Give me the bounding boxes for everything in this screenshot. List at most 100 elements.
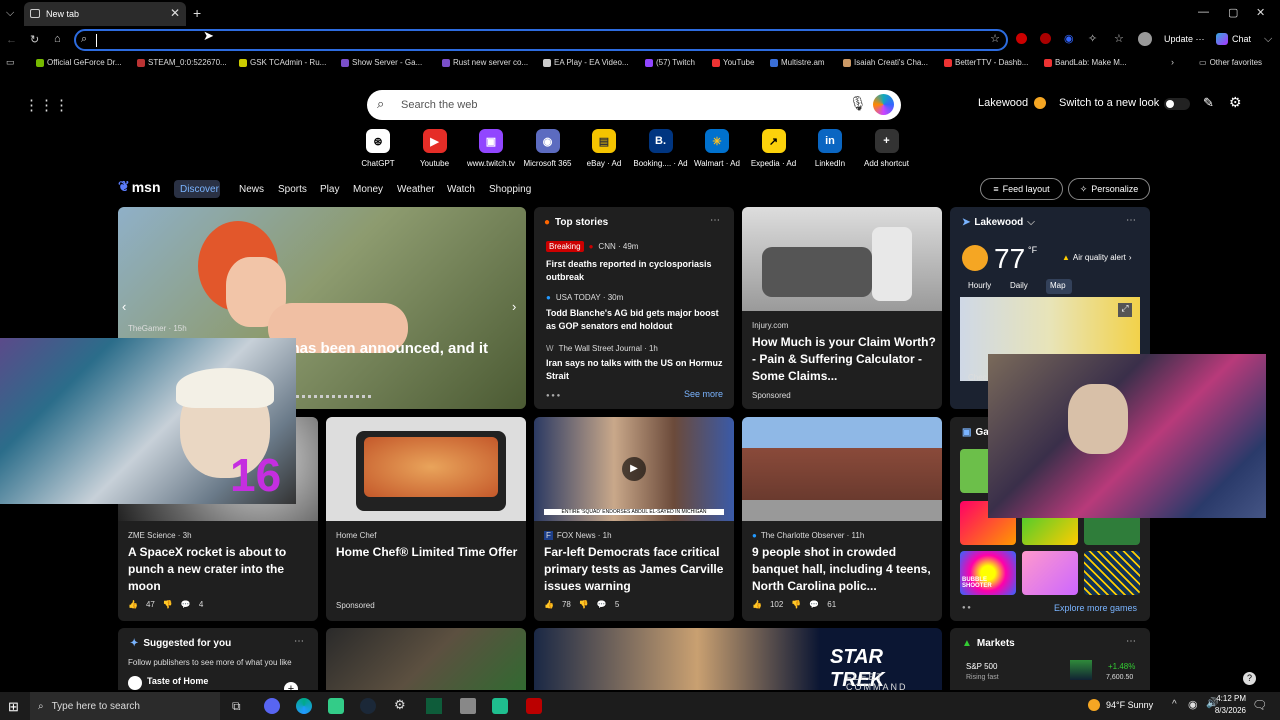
apps-grid-icon[interactable]: ⋮⋮⋮ [24,96,69,114]
publisher-row[interactable]: Taste of Home [128,676,208,690]
tab-actions-icon[interactable]: ⌵ [6,7,14,20]
bubble-shooter-tile[interactable]: BUBBLE SHOOTER [960,551,1016,595]
tab-daily[interactable]: Daily [1010,281,1028,290]
edge-icon[interactable] [296,698,312,714]
maximize-icon[interactable]: ▢ [1228,6,1238,19]
tab-hourly[interactable]: Hourly [968,281,991,290]
web-search-box[interactable]: ⌕ Search the web 🎙 [367,90,901,120]
bookmark-item[interactable]: BetterTTV - Dashb... [944,58,1028,67]
dislike-icon[interactable]: 👎 [163,600,173,609]
bookmark-item[interactable]: Isaiah Creati's Cha... [843,58,928,67]
audio-icon[interactable]: ◉ [1064,32,1074,45]
shortcut-tile[interactable]: ▶ Youtube [406,129,464,168]
bookmark-item[interactable]: GSK TCAdmin - Ru... [239,58,326,67]
taskbar-search-box[interactable]: ⌕ Type here to search [30,692,220,720]
favorites-icon[interactable]: ☆ [1114,32,1124,45]
like-icon[interactable]: 👍 [128,600,138,609]
weather-location[interactable]: Lakewood [978,97,1047,109]
msn-nav-play[interactable]: Play [320,184,339,195]
feed-layout-button[interactable]: ≡ Feed layout [980,178,1063,200]
help-icon[interactable]: ? [1243,672,1256,685]
bookmark-item[interactable]: YouTube [712,58,754,67]
more-options-icon[interactable]: ⋯ [294,636,304,647]
more-options-icon[interactable]: ⋯ [1126,215,1136,226]
msn-nav-money[interactable]: Money [353,184,383,195]
news-card-2[interactable]: Home Chef Home Chef® Limited Time Offer … [326,417,526,621]
shortcut-tile[interactable]: + Add shortcut [858,129,916,168]
task-view-icon[interactable]: ⧉ [232,699,241,714]
tab-map[interactable]: Map [1050,281,1066,290]
msn-logo[interactable]: ❦ msn [118,178,161,195]
markets-card[interactable]: ▲ Markets ⋯ S&P 500 Rising fast +1.48% 7,… [950,628,1150,690]
refresh-icon[interactable]: ↻ [30,33,39,46]
sidebar-toggle-icon[interactable]: ⌵ [1264,33,1272,46]
carousel-next-icon[interactable]: › [512,299,516,314]
bookmark-item[interactable]: (57) Twitch [645,58,695,67]
copilot-icon[interactable] [873,94,894,115]
shortcut-tile[interactable]: B. Booking.... · Ad [632,129,690,168]
bookmark-item[interactable]: BandLab: Make M... [1044,58,1127,67]
shortcut-tile[interactable]: ◉ Microsoft 365 [519,129,577,168]
edit-icon[interactable]: ✎ [1203,95,1214,111]
dislike-icon[interactable]: 👎 [579,600,589,609]
msn-nav-weather[interactable]: Weather [397,184,435,195]
more-options-icon[interactable]: ⋯ [710,215,720,226]
show-hidden-icons[interactable]: ^ [1172,699,1177,710]
more-favorites-icon[interactable]: › [1171,57,1174,67]
store-icon[interactable] [328,698,344,714]
taskbar-weather[interactable]: 94°F Sunny [1106,700,1153,710]
switch-look-toggle[interactable] [1164,98,1190,110]
close-window-icon[interactable]: ✕ [1256,6,1265,19]
back-icon[interactable]: ← [6,34,17,46]
bookmark-item[interactable]: Rust new server co... [442,58,528,67]
bookmark-item[interactable]: Official GeForce Dr... [36,58,122,67]
microphone-icon[interactable]: 🎙 [849,95,867,112]
see-more-link[interactable]: See more [684,389,723,399]
collections-icon[interactable]: ▭ [6,57,15,68]
tab-new-tab[interactable]: New tab ✕ [24,2,186,26]
settings-gear-icon[interactable]: ⚙ [1229,94,1242,111]
favorite-star-icon[interactable]: ☆ [990,32,1000,45]
follow-button[interactable]: + [284,682,298,690]
extension-icon[interactable] [1016,33,1027,44]
hulk-image-card[interactable] [326,628,526,690]
sponsored-card[interactable]: Injury.com How Much is your Claim Worth?… [742,207,942,409]
comment-icon[interactable]: 💬 [597,600,607,609]
news-card-3[interactable]: ▶ ENTIRE 'SQUAD' ENDORSES ABDUL EL-SAYED… [534,417,734,621]
network-icon[interactable]: ◉ [1188,698,1198,711]
bookmark-item[interactable]: EA Play - EA Video... [543,58,629,67]
update-button[interactable]: Update ⋯ [1164,34,1205,45]
close-tab-icon[interactable]: ✕ [170,6,180,20]
shortcut-tile[interactable]: ↗ Expedia · Ad [745,129,803,168]
extension-icon[interactable] [1040,33,1051,44]
bookmark-item[interactable]: STEAM_0:0:522670... [137,58,227,67]
msn-nav-discover[interactable]: Discover [180,184,219,195]
like-icon[interactable]: 👍 [752,600,762,609]
copilot-chat-button[interactable]: Chat [1216,33,1251,45]
app-icon[interactable] [492,698,508,714]
explore-games-link[interactable]: Explore more games [1054,603,1137,613]
minimize-icon[interactable]: — [1198,6,1209,18]
like-icon[interactable]: 👍 [544,600,554,609]
app-icon[interactable] [526,698,542,714]
clock-time[interactable]: 4:12 PM [1206,694,1246,703]
story-headline-1[interactable]: First deaths reported in cyclosporiasis … [546,258,726,284]
comment-icon[interactable]: 💬 [809,600,819,609]
discord-icon[interactable] [264,698,280,714]
home-icon[interactable]: ⌂ [54,33,61,45]
msn-nav-news[interactable]: News [239,184,264,195]
settings-icon[interactable]: ⚙ [394,697,406,713]
shortcut-tile[interactable]: in LinkedIn [801,129,859,168]
clock-date[interactable]: 8/3/2026 [1206,706,1246,715]
story-headline-3[interactable]: Iran says no talks with the US on Hormuz… [546,357,728,383]
msn-nav-watch[interactable]: Watch [447,184,475,195]
shortcut-tile[interactable]: ⊛ ChatGPT [349,129,407,168]
air-quality-alert[interactable]: ▲ Air quality alert › [1062,253,1132,262]
carousel-prev-icon[interactable]: ‹ [122,299,126,314]
more-options-icon[interactable]: ⋯ [1126,636,1136,647]
extensions-icon[interactable]: ✧ [1088,32,1097,45]
star-trek-ad-card[interactable]: STAR TREK FLEET COMMAND [534,628,942,690]
steam-icon[interactable] [360,698,376,714]
address-bar[interactable]: ⌕ ☆ [74,29,1008,51]
file-explorer-icon[interactable] [460,698,476,714]
